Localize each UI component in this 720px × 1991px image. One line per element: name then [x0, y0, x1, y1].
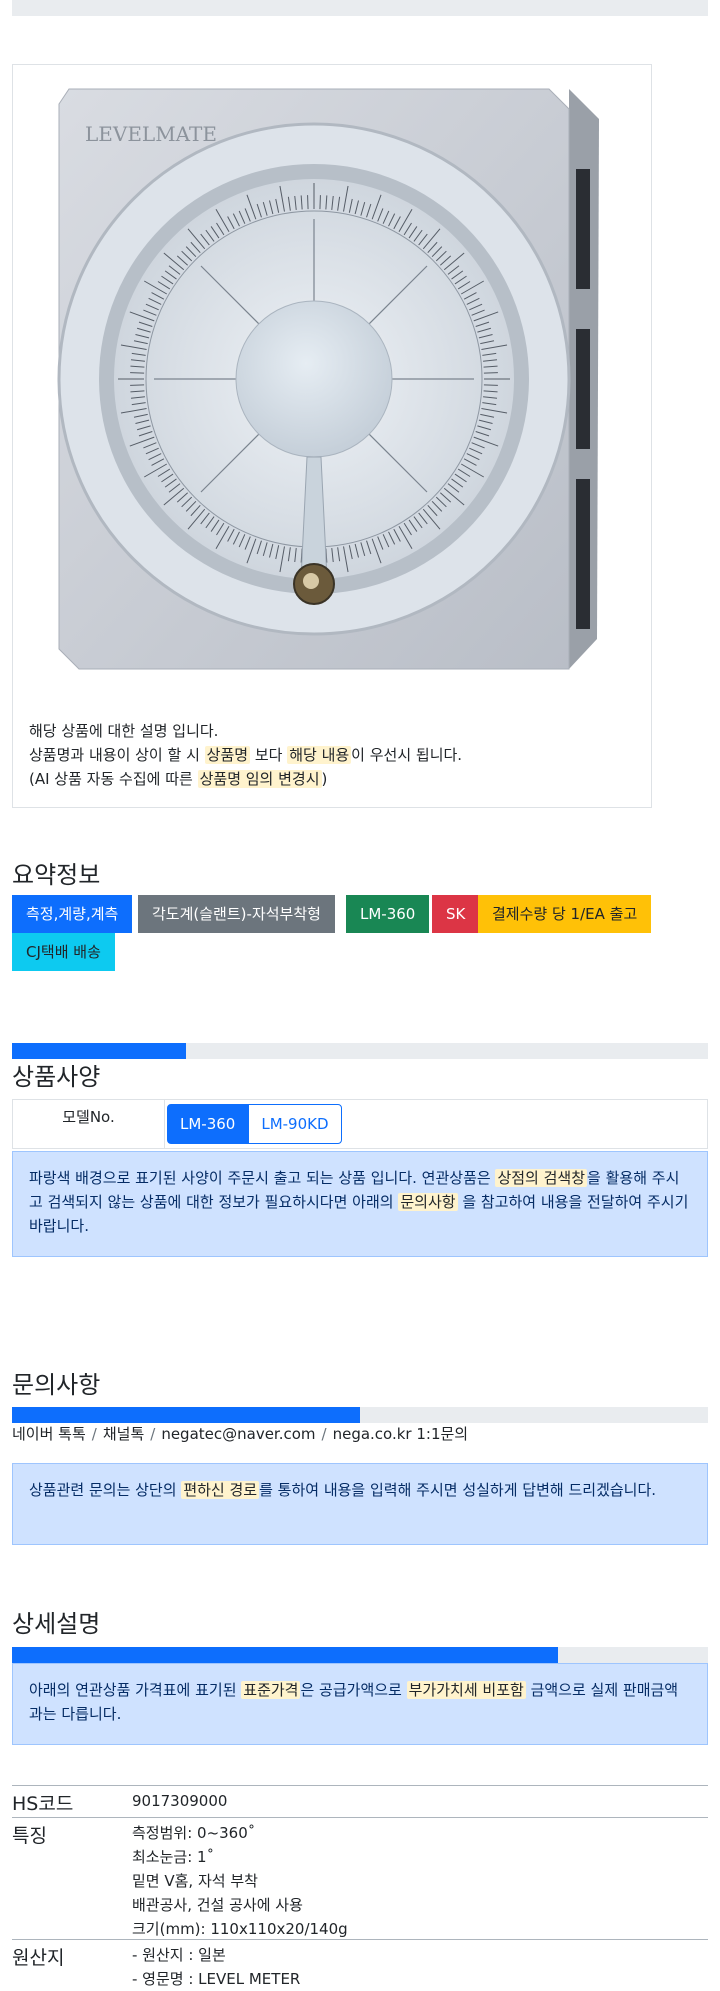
highlight: 편하신 경로 — [181, 1481, 259, 1499]
top-divider-bar — [12, 0, 708, 16]
detail-progress-fill — [12, 1647, 558, 1663]
badge-subcategory[interactable]: 각도계(슬랜트)-자석부착형 — [138, 895, 335, 933]
contact-email[interactable]: negatec@naver.com — [161, 1425, 315, 1443]
detail-progress-bar — [12, 1647, 708, 1663]
spec-title: 상품사양 — [12, 1057, 100, 1092]
info-row-hs-code: HS코드 9017309000 — [12, 1785, 708, 1817]
features-list: 측정범위: 0~360˚ 최소눈금: 1˚ 밑면 V홈, 자석 부착 배관공사,… — [132, 1821, 348, 1941]
feature-item: 배관공사, 건설 공사에 사용 — [132, 1893, 348, 1917]
product-image-card: LEVELMATE 해당 상품에 대한 설명 입니다. 상품명과 내용이 상이 … — [12, 64, 652, 808]
highlight: 상품명 임의 변경시 — [198, 770, 322, 788]
image-notes: 해당 상품에 대한 설명 입니다. 상품명과 내용이 상이 할 시 상품명 보다… — [29, 719, 462, 791]
breadcrumb-separator: / — [150, 1425, 155, 1443]
image-note-line: (AI 상품 자동 수집에 따른 상품명 임의 변경시) — [29, 767, 462, 791]
highlight: 상품명 — [205, 746, 250, 764]
badge-model[interactable]: LM-360 — [346, 895, 429, 933]
detail-notice-alert: 아래의 연관상품 가격표에 표기된 표준가격은 공급가액으로 부가가치세 비포함… — [12, 1663, 708, 1745]
highlight: 상점의 검색창 — [495, 1169, 587, 1187]
inquiry-title: 문의사항 — [12, 1365, 100, 1400]
breadcrumb-separator: / — [92, 1425, 97, 1443]
badge-shipping[interactable]: CJ택배 배송 — [12, 933, 115, 971]
highlight: 표준가격 — [241, 1681, 300, 1699]
contact-naver-talk[interactable]: 네이버 톡톡 — [12, 1425, 86, 1443]
inquiry-notice-alert: 상품관련 문의는 상단의 편하신 경로를 통하여 내용을 입력해 주시면 성실하… — [12, 1463, 708, 1545]
origin-label: 원산지 — [12, 1943, 64, 1970]
highlight: 문의사항 — [398, 1193, 457, 1211]
image-note-line: 상품명과 내용이 상이 할 시 상품명 보다 해당 내용이 우선시 됩니다. — [29, 743, 462, 767]
badge-category[interactable]: 측정,계량,계측 — [12, 895, 132, 933]
breadcrumb-separator: / — [322, 1425, 327, 1443]
inquiry-progress-bar — [12, 1407, 708, 1423]
badge-quantity[interactable]: 결제수량 당 1/EA 출고 — [478, 895, 651, 933]
detail-title: 상세설명 — [12, 1604, 100, 1639]
info-row-origin: 원산지 - 원산지 : 일본 - 영문명 : LEVEL METER — [12, 1939, 708, 1989]
model-option-lm-90kd[interactable]: LM-90KD — [248, 1104, 341, 1144]
contact-channel-talk[interactable]: 채널톡 — [103, 1425, 144, 1443]
summary-title: 요약정보 — [12, 855, 100, 890]
badge-brand[interactable]: SK — [432, 895, 479, 933]
spec-progress-bar — [12, 1043, 708, 1059]
inclinometer-image: LEVELMATE — [49, 79, 619, 679]
origin-item: - 영문명 : LEVEL METER — [132, 1967, 300, 1991]
feature-item: 최소눈금: 1˚ — [132, 1845, 348, 1869]
highlight: 부가가치세 비포함 — [407, 1681, 526, 1699]
feature-item: 측정범위: 0~360˚ — [132, 1821, 348, 1845]
origin-item: - 원산지 : 일본 — [132, 1943, 300, 1967]
origin-list: - 원산지 : 일본 - 영문명 : LEVEL METER — [132, 1943, 300, 1991]
contact-breadcrumb: 네이버 톡톡 / 채널톡 / negatec@naver.com / nega.co.kr … — [12, 1423, 468, 1444]
features-label: 특징 — [12, 1821, 47, 1848]
image-note-line: 해당 상품에 대한 설명 입니다. — [29, 719, 462, 743]
feature-item: 크기(mm): 110x110x20/140g — [132, 1917, 348, 1941]
inquiry-progress-fill — [12, 1407, 360, 1423]
highlight: 해당 내용 — [287, 746, 351, 764]
model-selector: LM-360 LM-90KD — [167, 1104, 342, 1144]
spec-notice-alert: 파랑색 배경으로 표기된 사양이 주문시 출고 되는 상품 입니다. 연관상품은… — [12, 1151, 708, 1257]
hs-code-label: HS코드 — [12, 1789, 73, 1816]
hs-code-value: 9017309000 — [132, 1789, 227, 1813]
contact-website-inquiry[interactable]: nega.co.kr 1:1문의 — [333, 1425, 469, 1443]
feature-item: 밑면 V홈, 자석 부착 — [132, 1869, 348, 1893]
info-row-features: 특징 측정범위: 0~360˚ 최소눈금: 1˚ 밑면 V홈, 자석 부착 배관… — [12, 1817, 708, 1939]
model-label: 모델No. — [13, 1100, 165, 1148]
brand-logo-text: LEVELMATE — [85, 122, 217, 146]
model-option-lm-360[interactable]: LM-360 — [167, 1104, 248, 1144]
model-spec-row: 모델No. LM-360 LM-90KD — [12, 1099, 708, 1149]
